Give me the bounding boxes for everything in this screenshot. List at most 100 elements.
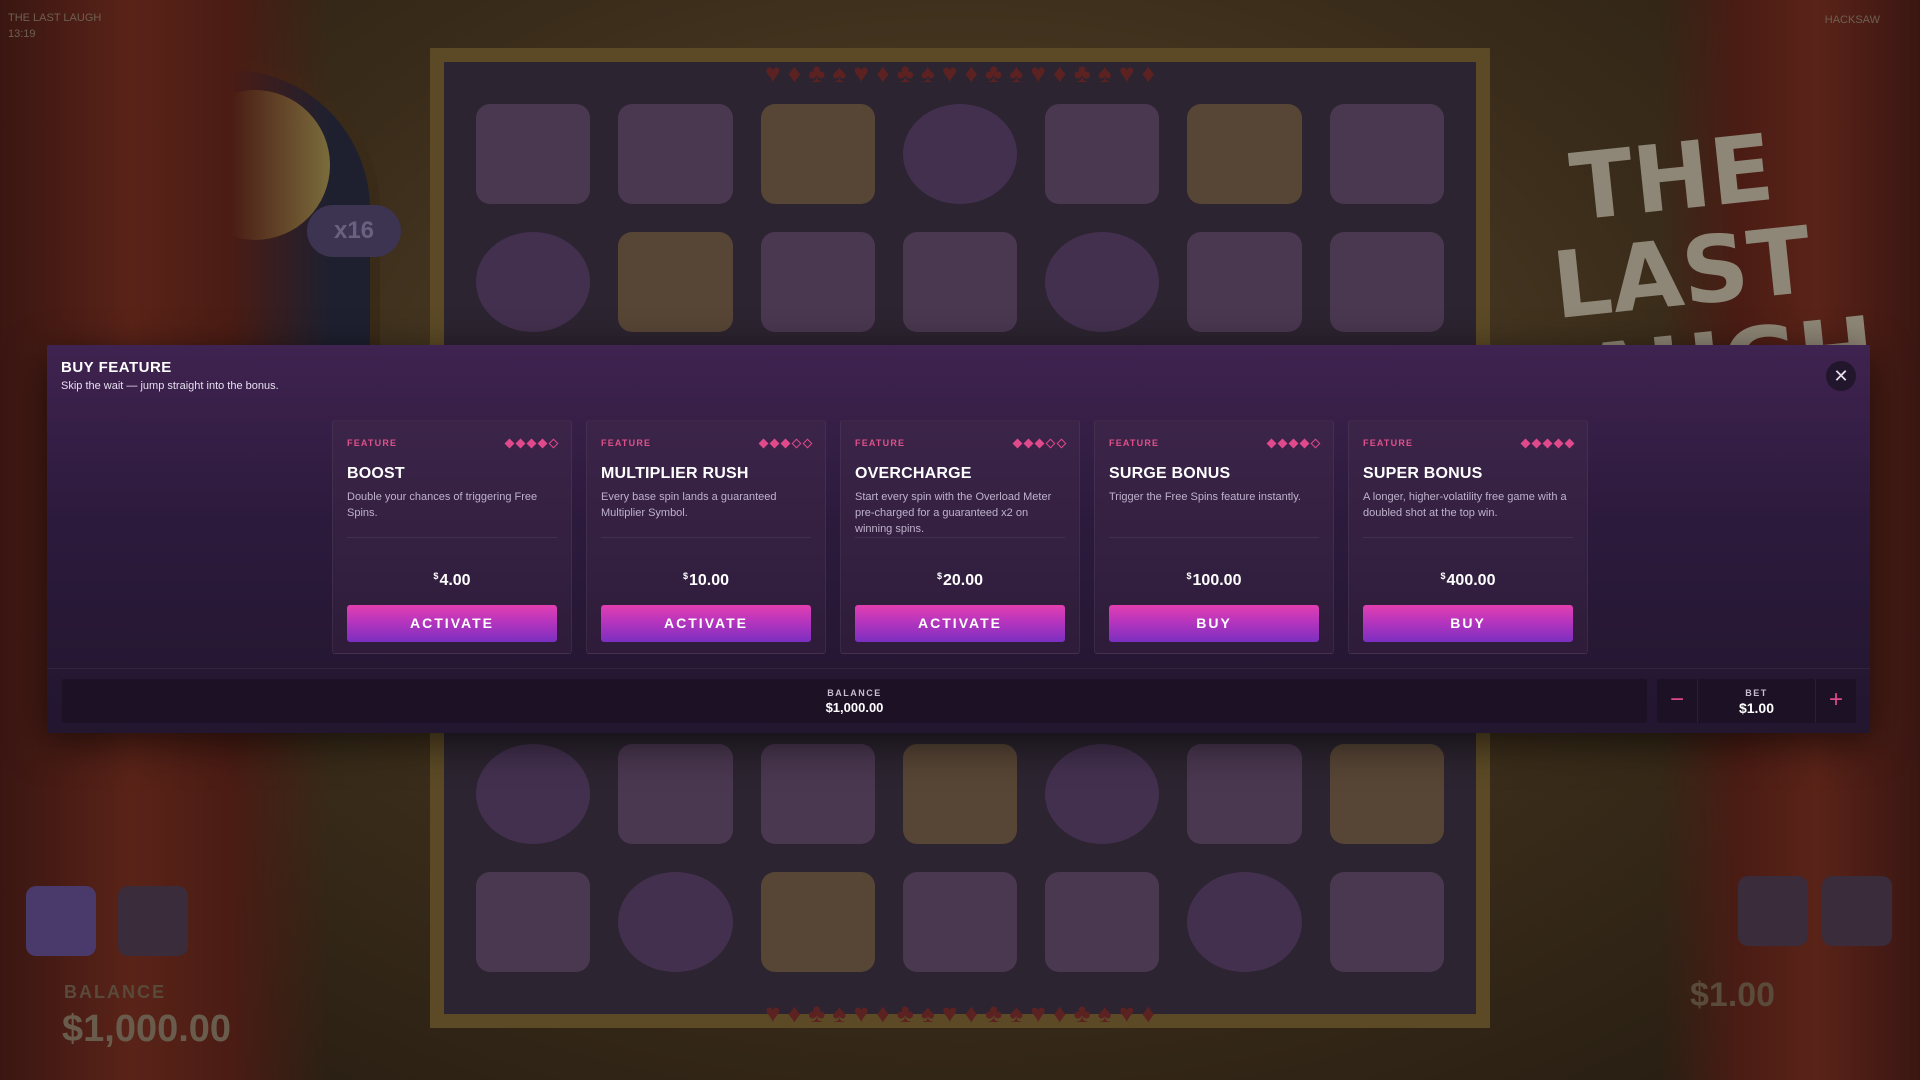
currency-symbol: $ — [1440, 571, 1446, 581]
buy-surge-bonus-button[interactable]: BUY — [1109, 605, 1319, 642]
diamond-icon — [1266, 438, 1277, 448]
balance-label: BALANCE — [827, 688, 882, 698]
diamond-icon — [1553, 438, 1564, 448]
card-tag: FEATURE — [855, 438, 906, 448]
modal-title: BUY FEATURE — [61, 359, 172, 376]
diamond-icon — [1012, 438, 1023, 448]
modal-subtitle: Skip the wait — jump straight into the b… — [61, 380, 279, 392]
currency-symbol: $ — [936, 571, 942, 581]
card-description: Trigger the Free Spins feature instantly… — [1109, 491, 1301, 503]
divider — [1109, 537, 1319, 538]
diamond-icon — [791, 438, 802, 448]
diamond-icon — [548, 438, 559, 448]
diamond-icon — [1045, 438, 1056, 448]
card-description: A longer, higher-volatility free game wi… — [1363, 491, 1567, 519]
diamond-icon — [1310, 438, 1321, 448]
provider-label: HACKSAW — [1824, 14, 1880, 26]
activate-multiplier-rush-button[interactable]: ACTIVATE — [601, 605, 811, 642]
price-value: 10.00 — [688, 572, 730, 589]
bg-balance-value: $1,000.00 — [62, 1008, 232, 1050]
diamond-icon — [802, 438, 813, 448]
diamond-icon — [780, 438, 791, 448]
card-title: OVERCHARGE — [855, 465, 972, 482]
diamond-icon — [769, 438, 780, 448]
diamond-icon — [1520, 438, 1531, 448]
balance-value: $1,000.00 — [825, 700, 884, 715]
multiplier-bubble: x16 — [307, 205, 401, 257]
bg-balance-label: BALANCE — [64, 982, 166, 1002]
game-title-small: THE LAST LAUGH — [8, 12, 102, 24]
diamond-icon — [758, 438, 769, 448]
bet-increase-button[interactable]: + — [1815, 679, 1856, 723]
buy-super-bonus-button[interactable]: BUY — [1363, 605, 1573, 642]
diamond-icon — [1277, 438, 1288, 448]
bet-value: $1.00 — [1738, 700, 1775, 716]
card-price: $20.00 — [841, 571, 1079, 590]
suit-border-top: ♥ ♦ ♣ ♠ ♥ ♦ ♣ ♠ ♥ ♦ ♣ ♠ ♥ ♦ ♣ ♠ ♥ ♦ — [765, 57, 1155, 88]
volatility-rating — [504, 438, 559, 448]
card-tag: FEATURE — [601, 438, 652, 448]
volatility-rating — [758, 438, 813, 448]
feature-card-boost: FEATURE BOOST Double your chances of tri… — [332, 420, 572, 654]
currency-symbol: $ — [433, 571, 439, 581]
buy-feature-crown-button — [26, 886, 96, 956]
card-price: $100.00 — [1095, 571, 1333, 590]
card-title: MULTIPLIER RUSH — [601, 465, 749, 482]
diamond-icon — [1023, 438, 1034, 448]
volatility-rating — [1266, 438, 1321, 448]
minus-icon: − — [1669, 686, 1684, 713]
currency-symbol: $ — [1186, 571, 1192, 581]
card-description: Every base spin lands a guaranteed Multi… — [601, 491, 777, 519]
diamond-icon — [515, 438, 526, 448]
close-icon: ✕ — [1833, 366, 1849, 386]
diamond-icon — [504, 438, 515, 448]
activate-overcharge-button[interactable]: ACTIVATE — [855, 605, 1065, 642]
divider — [1363, 537, 1573, 538]
feature-card-super-bonus: FEATURE SUPER BONUS A longer, higher-vol… — [1348, 420, 1588, 654]
modal-footer: BALANCE $1,000.00 − BET $1.00 + — [47, 668, 1870, 734]
bg-bet-value: $1.00 — [1690, 976, 1776, 1014]
game-info: THE LAST LAUGH 13:19 — [8, 10, 101, 42]
close-button[interactable]: ✕ — [1826, 361, 1856, 391]
autoplay-button — [1822, 876, 1892, 946]
price-value: 100.00 — [1192, 572, 1242, 589]
price-value: 20.00 — [942, 572, 984, 589]
diamond-icon — [1542, 438, 1553, 448]
diamond-icon — [1034, 438, 1045, 448]
card-tag: FEATURE — [1109, 438, 1160, 448]
volatility-rating — [1520, 438, 1575, 448]
feature-card-overcharge: FEATURE OVERCHARGE Start every spin with… — [840, 420, 1080, 654]
feature-cards: FEATURE BOOST Double your chances of tri… — [332, 420, 1588, 654]
feature-card-surge-bonus: FEATURE SURGE BONUS Trigger the Free Spi… — [1094, 420, 1334, 654]
feature-card-multiplier-rush: FEATURE MULTIPLIER RUSH Every base spin … — [586, 420, 826, 654]
divider — [601, 537, 811, 538]
volatility-rating — [1012, 438, 1067, 448]
card-description: Double your chances of triggering Free S… — [347, 491, 538, 519]
activate-boost-button[interactable]: ACTIVATE — [347, 605, 557, 642]
diamond-icon — [537, 438, 548, 448]
card-tag: FEATURE — [347, 438, 398, 448]
price-value: 400.00 — [1446, 572, 1496, 589]
divider — [347, 537, 557, 538]
bet-label: BET — [1745, 688, 1768, 698]
plus-icon: + — [1828, 686, 1843, 713]
diamond-icon — [1531, 438, 1542, 448]
buy-feature-modal: BUY FEATURE Skip the wait — jump straigh… — [47, 345, 1870, 733]
suit-border-bottom: ♥ ♦ ♣ ♠ ♥ ♦ ♣ ♠ ♥ ♦ ♣ ♠ ♥ ♦ ♣ ♠ ♥ ♦ — [765, 997, 1155, 1028]
card-title: SURGE BONUS — [1109, 465, 1231, 482]
clock: 13:19 — [8, 28, 36, 40]
diamond-icon — [1288, 438, 1299, 448]
card-title: SUPER BONUS — [1363, 465, 1483, 482]
divider — [855, 537, 1065, 538]
menu-button — [118, 886, 188, 956]
diamond-icon — [1564, 438, 1575, 448]
currency-symbol: $ — [682, 571, 688, 581]
bet-decrease-button[interactable]: − — [1657, 679, 1698, 723]
card-tag: FEATURE — [1363, 438, 1414, 448]
card-price: $4.00 — [333, 571, 571, 590]
diamond-icon — [1299, 438, 1310, 448]
card-price: $400.00 — [1349, 571, 1587, 590]
price-value: 4.00 — [439, 572, 471, 589]
diamond-icon — [526, 438, 537, 448]
card-price: $10.00 — [587, 571, 825, 590]
